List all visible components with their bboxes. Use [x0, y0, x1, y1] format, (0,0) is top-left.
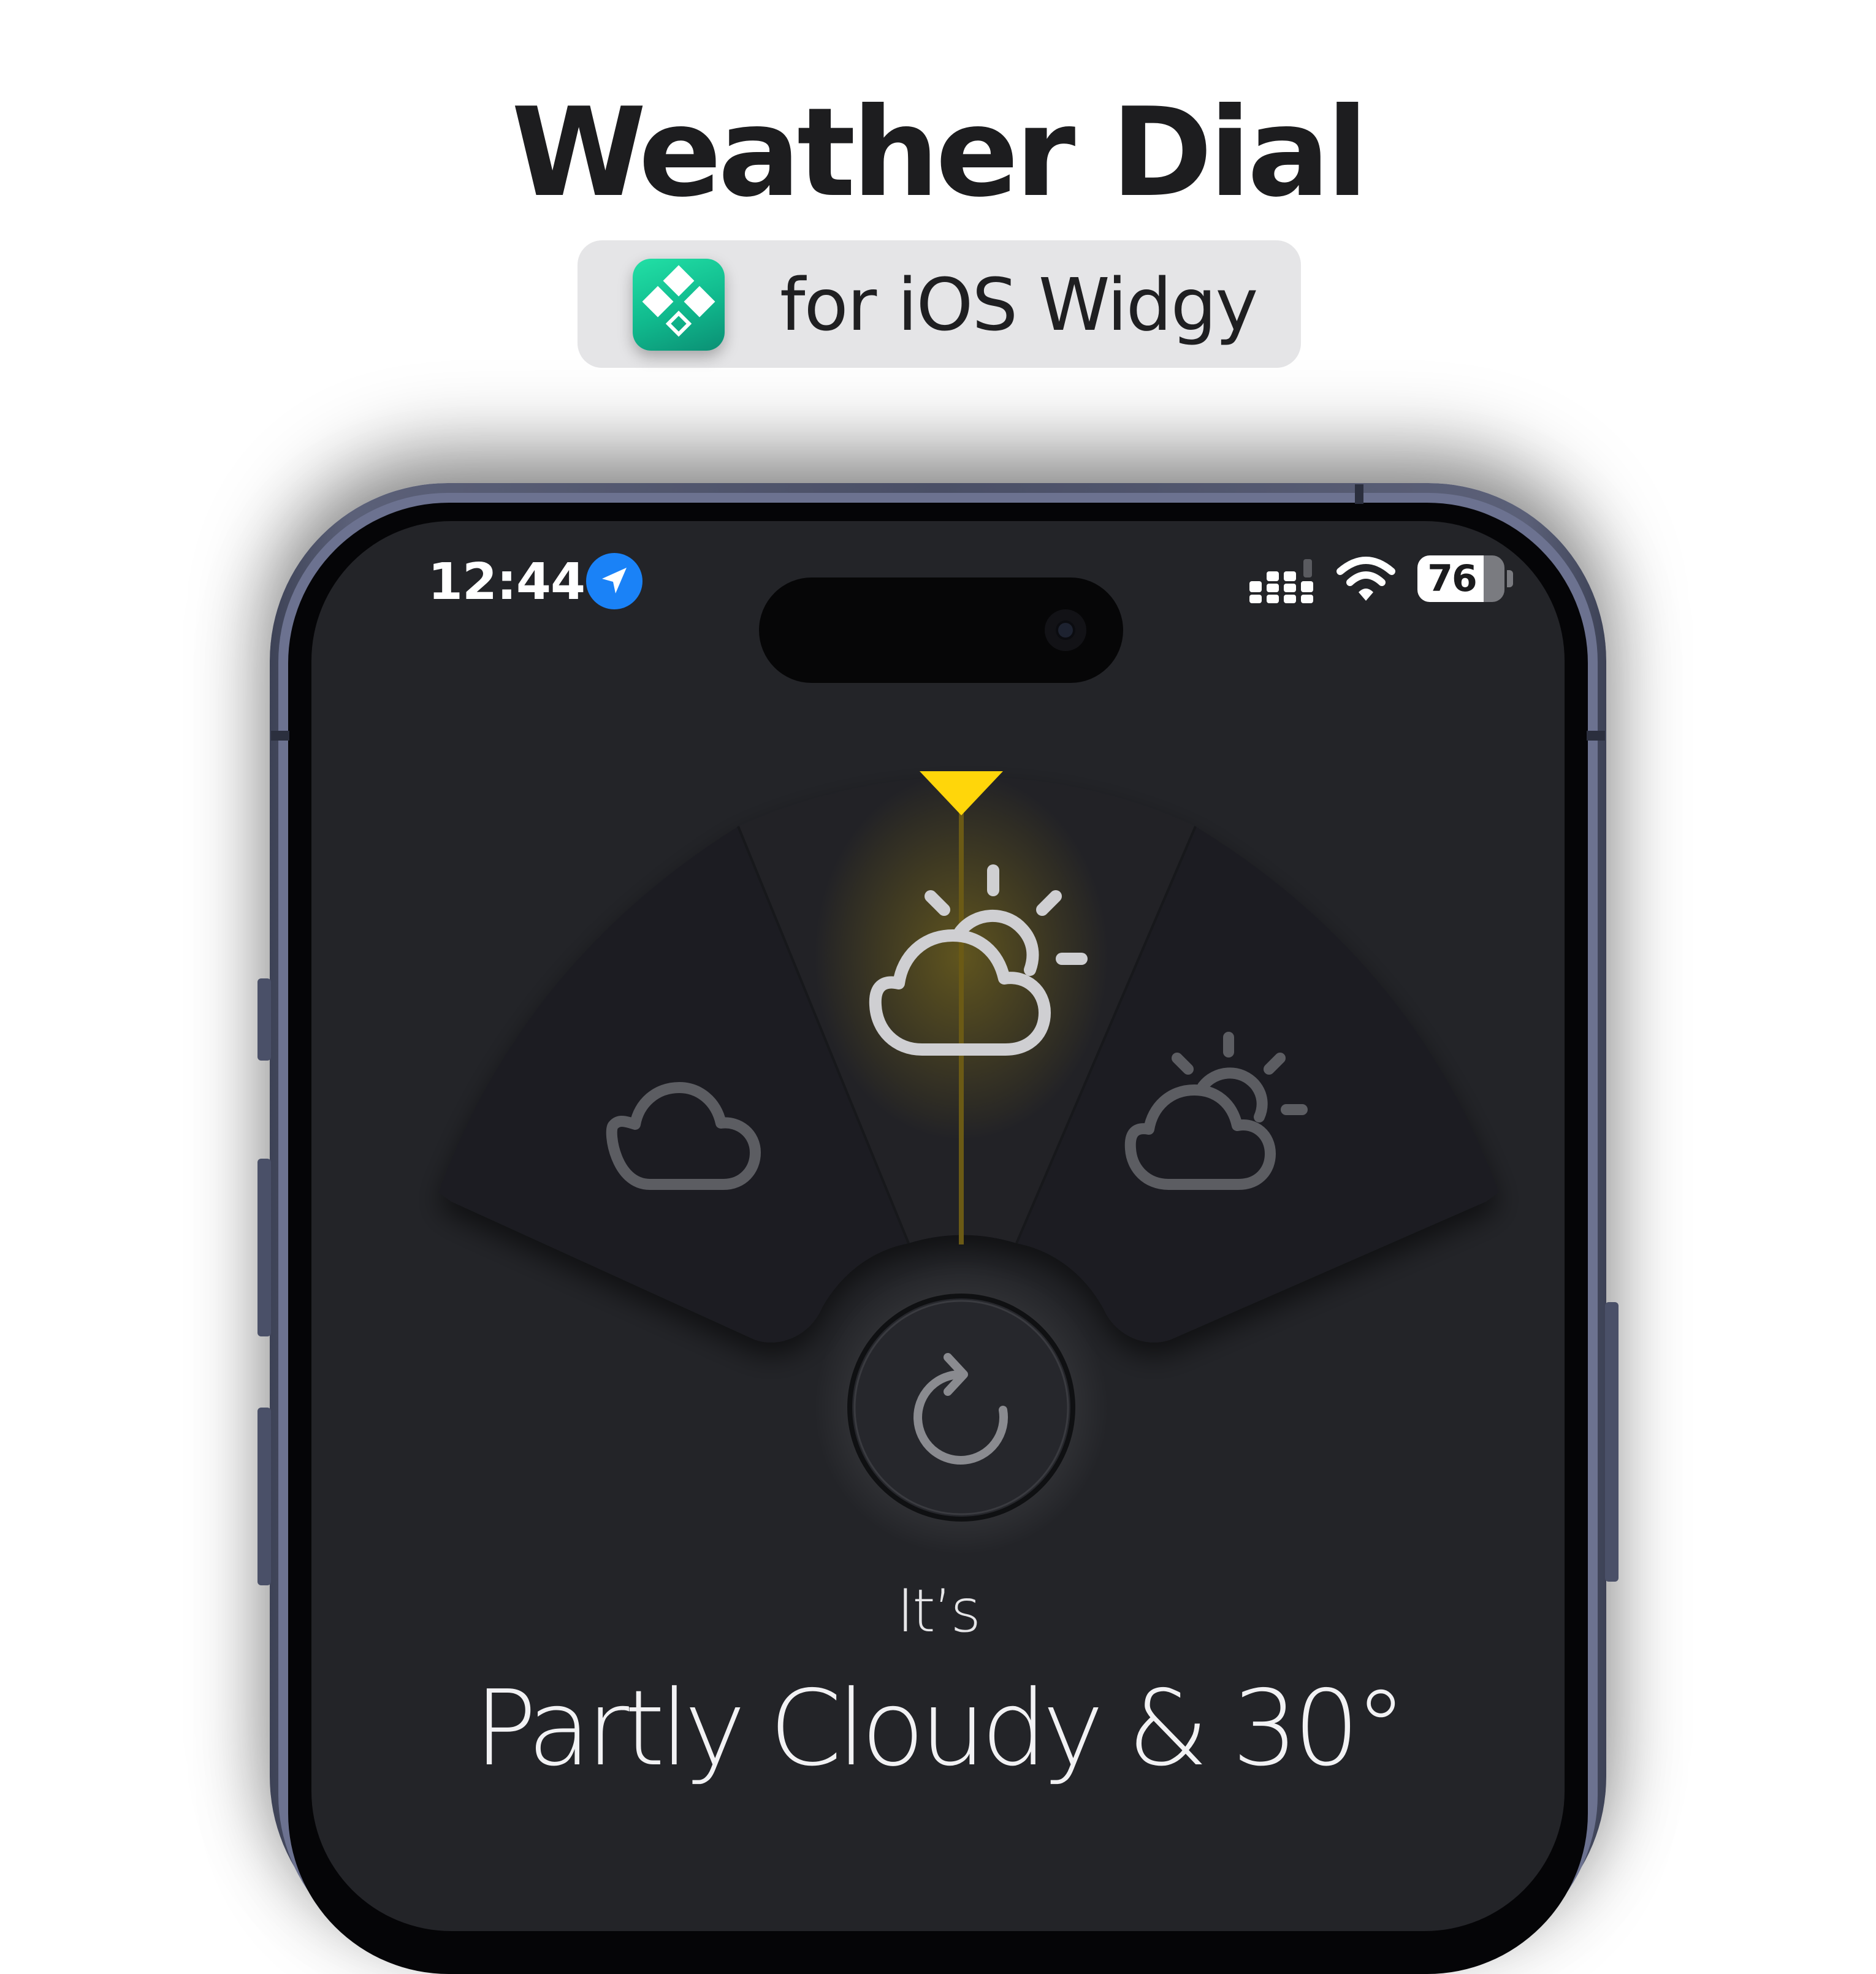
- weather-summary: Partly Cloudy & 30°: [474, 1668, 1407, 1789]
- weather-prefix: It’s: [896, 1577, 981, 1645]
- refresh-button[interactable]: [847, 1294, 1075, 1522]
